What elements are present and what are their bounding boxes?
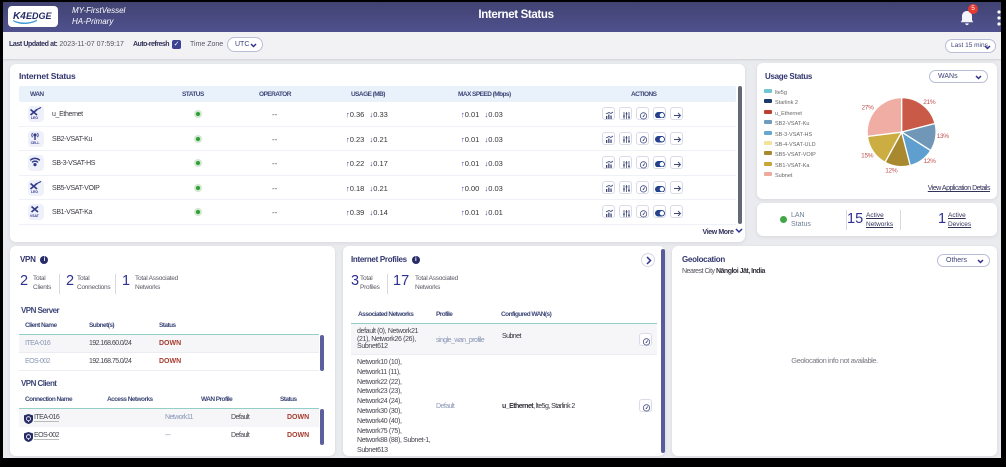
- svg-text:LEO: LEO: [31, 116, 38, 120]
- svg-text:21%: 21%: [923, 99, 936, 106]
- svg-text:12%: 12%: [885, 167, 898, 174]
- svg-text:15%: 15%: [861, 152, 874, 159]
- svg-text:CELL: CELL: [31, 141, 40, 145]
- svg-text:27%: 27%: [861, 104, 874, 111]
- svg-text:LEO: LEO: [31, 190, 38, 194]
- svg-text:13%: 13%: [937, 133, 950, 140]
- svg-text:12%: 12%: [924, 158, 937, 165]
- svg-text:VSAT: VSAT: [30, 214, 40, 218]
